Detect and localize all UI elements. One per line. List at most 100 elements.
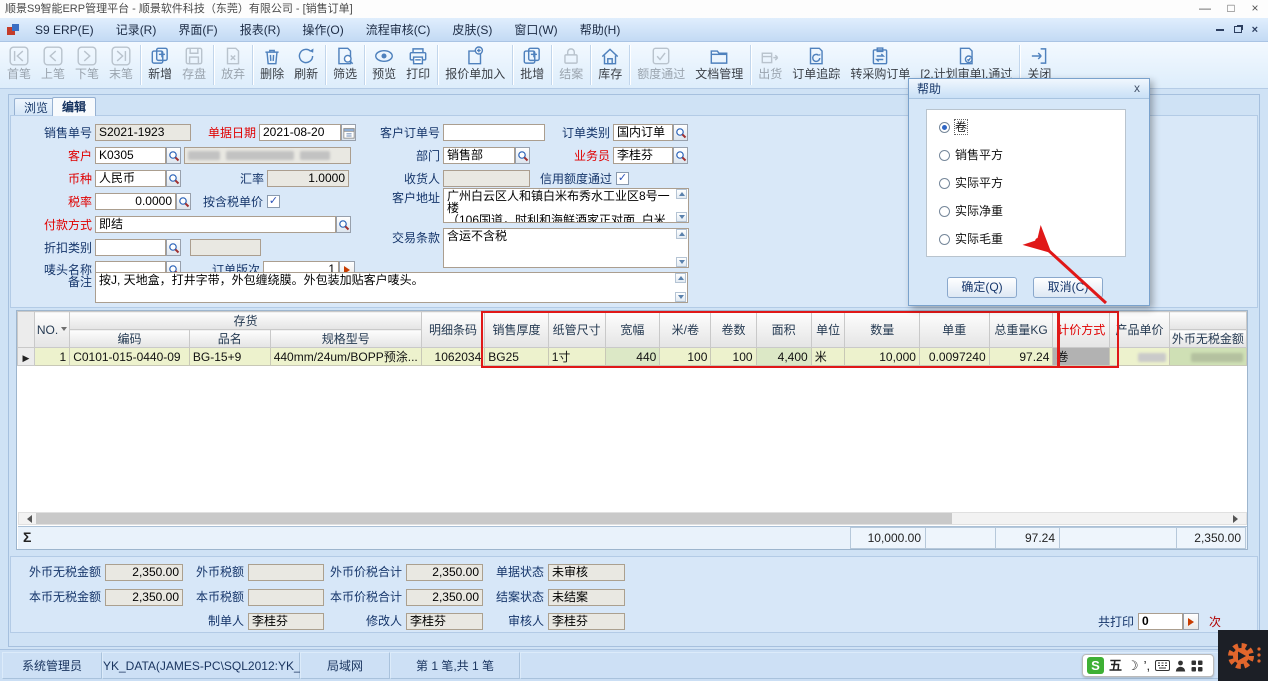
col-header-spec[interactable]: 规格型号: [270, 330, 421, 348]
menu-skin[interactable]: 皮肤(S): [441, 18, 503, 42]
toolbar-button-add-from-quote[interactable]: 报价单加入: [440, 44, 510, 83]
radio-option-gross-weight[interactable]: 实际毛重: [939, 232, 1003, 246]
col-header-thickness[interactable]: 销售厚度: [485, 312, 548, 348]
toolbar-button-print[interactable]: 打印: [401, 44, 435, 83]
toolbar-button-close-case[interactable]: 结案: [554, 44, 588, 83]
toolbar-button-preview[interactable]: 预览: [367, 44, 401, 83]
credit-pass-checkbox[interactable]: ✓: [616, 172, 629, 185]
scroll-left-icon[interactable]: [23, 515, 32, 523]
col-header-rolls[interactable]: 卷数: [711, 312, 756, 348]
cell-meters-per-roll[interactable]: 100: [660, 348, 711, 366]
scroll-down-icon[interactable]: [676, 212, 687, 222]
radio-icon[interactable]: [939, 206, 950, 217]
toolbar-button-save[interactable]: 存盘: [177, 44, 211, 83]
col-header-name[interactable]: 品名: [189, 330, 270, 348]
menu-record[interactable]: 记录(R): [105, 18, 168, 42]
menu-window[interactable]: 窗口(W): [503, 18, 568, 42]
cell-core-size[interactable]: 1寸: [548, 348, 605, 366]
discount-lookup-button[interactable]: [166, 239, 181, 256]
trade-terms-textarea[interactable]: 含运不含税: [443, 228, 689, 268]
toolbar-button-batch-add[interactable]: 批增: [515, 44, 549, 83]
tax-included-checkbox[interactable]: ✓: [267, 195, 280, 208]
print-count-field[interactable]: 0: [1138, 613, 1183, 630]
cell-spec[interactable]: 440mm/24um/BOPP预涂...: [270, 348, 421, 366]
customer-address-textarea[interactable]: 广州白云区人和镇白米布秀水工业区8号一楼 （106国道，时利和海鲜酒家正对面, …: [443, 188, 689, 223]
cell-barcode[interactable]: 1062034: [421, 348, 485, 366]
menu-flow-audit[interactable]: 流程审核(C): [355, 18, 442, 42]
close-window-icon[interactable]: ×: [1242, 0, 1268, 18]
mdi-minimize-icon[interactable]: [1216, 29, 1224, 31]
print-count-spin-button[interactable]: [1183, 613, 1199, 630]
col-header-width[interactable]: 宽幅: [605, 312, 660, 348]
col-header-unit-price[interactable]: 产品单价: [1110, 312, 1170, 348]
toolbar-button-delete[interactable]: 删除: [255, 44, 289, 83]
toolbar-button-refresh[interactable]: 刷新: [289, 44, 323, 83]
menu-operation[interactable]: 操作(O): [291, 18, 354, 42]
toolbar-button-prev-record[interactable]: 上笔: [36, 44, 70, 83]
customer-po-field[interactable]: [443, 124, 545, 141]
tab-edit[interactable]: 编辑: [52, 97, 96, 116]
scroll-up-icon[interactable]: [676, 189, 687, 199]
corner-app-overlay[interactable]: [1218, 630, 1268, 681]
toolbar-button-filter[interactable]: 筛选: [328, 44, 362, 83]
sales-no-field[interactable]: S2021-1923: [95, 124, 191, 141]
tax-rate-lookup-button[interactable]: [176, 193, 191, 210]
ok-button[interactable]: 确定(Q): [947, 277, 1017, 298]
mdi-close-icon[interactable]: ×: [1252, 24, 1258, 36]
toolbar-button-to-purchase-order[interactable]: 转采购订单: [845, 44, 915, 83]
horizontal-scrollbar[interactable]: [18, 512, 1247, 525]
radio-option-sales-sqm[interactable]: 销售平方: [939, 148, 1003, 162]
toolbar-button-new[interactable]: 新增: [143, 44, 177, 83]
toolbar-button-shipment[interactable]: 出货: [753, 44, 787, 83]
cell-qty[interactable]: 10,000: [845, 348, 920, 366]
toolbar-button-discard[interactable]: 放弃: [216, 44, 250, 83]
discount-type-field[interactable]: [95, 239, 166, 256]
ime-wubi-mode[interactable]: 五: [1109, 656, 1122, 676]
minimize-window-icon[interactable]: —: [1192, 0, 1218, 18]
moon-icon[interactable]: ☽: [1127, 656, 1139, 676]
maximize-window-icon[interactable]: □: [1218, 0, 1244, 18]
toolbar-button-stock[interactable]: 库存: [593, 44, 627, 83]
currency-field[interactable]: 人民币: [95, 170, 166, 187]
col-header-meters-per-roll[interactable]: 米/卷: [660, 312, 711, 348]
col-header-unit[interactable]: 单位: [811, 312, 845, 348]
radio-icon[interactable]: [939, 150, 950, 161]
col-header-barcode[interactable]: 明细条码: [421, 312, 485, 348]
keyboard-icon[interactable]: [1155, 660, 1170, 671]
scroll-down-icon[interactable]: [676, 257, 687, 267]
dialog-close-icon[interactable]: x: [1129, 81, 1145, 97]
col-header-area[interactable]: 面积: [756, 312, 811, 348]
order-type-lookup-button[interactable]: [673, 124, 688, 141]
col-header-qty[interactable]: 数量: [845, 312, 920, 348]
cell-unit-weight[interactable]: 0.0097240: [919, 348, 989, 366]
scroll-right-icon[interactable]: [1233, 515, 1242, 523]
col-header-unit-weight[interactable]: 单重: [919, 312, 989, 348]
radio-icon[interactable]: [939, 178, 950, 189]
col-header-core-size[interactable]: 纸管尺寸: [548, 312, 605, 348]
person-icon[interactable]: [1175, 660, 1186, 672]
doc-date-field[interactable]: 2021-08-20: [259, 124, 341, 141]
col-header-code[interactable]: 编码: [70, 330, 190, 348]
cell-pricing-mode-selected[interactable]: 卷: [1053, 348, 1110, 366]
salesman-lookup-button[interactable]: [673, 147, 688, 164]
punctuation-icon[interactable]: ’,: [1144, 656, 1151, 676]
col-group-inventory[interactable]: 存货: [70, 312, 422, 330]
address-scrollbar[interactable]: [675, 189, 688, 222]
order-type-field[interactable]: 国内订单: [613, 124, 673, 141]
payment-field[interactable]: 即结: [95, 216, 336, 233]
cell-total-weight[interactable]: 97.24: [989, 348, 1053, 366]
col-header-no[interactable]: NO.: [34, 312, 69, 348]
radio-icon[interactable]: [939, 234, 950, 245]
cell-code[interactable]: C0101-015-0440-09: [70, 348, 190, 366]
remark-scrollbar[interactable]: [674, 273, 687, 302]
cell-fc-amount-redacted[interactable]: [1169, 348, 1246, 366]
menu-ui[interactable]: 界面(F): [167, 18, 228, 42]
cell-name[interactable]: BG-15+9: [189, 348, 270, 366]
toolbar-button-quota-pass[interactable]: 额度通过: [632, 44, 690, 83]
department-lookup-button[interactable]: [515, 147, 530, 164]
col-header-pricing-mode[interactable]: 计价方式: [1053, 312, 1110, 348]
salesman-field[interactable]: 李桂芬: [613, 147, 673, 164]
menu-report[interactable]: 报表(R): [229, 18, 292, 42]
toolbar-button-order-tracking[interactable]: 订单追踪: [787, 44, 845, 83]
customer-lookup-button[interactable]: [166, 147, 181, 164]
